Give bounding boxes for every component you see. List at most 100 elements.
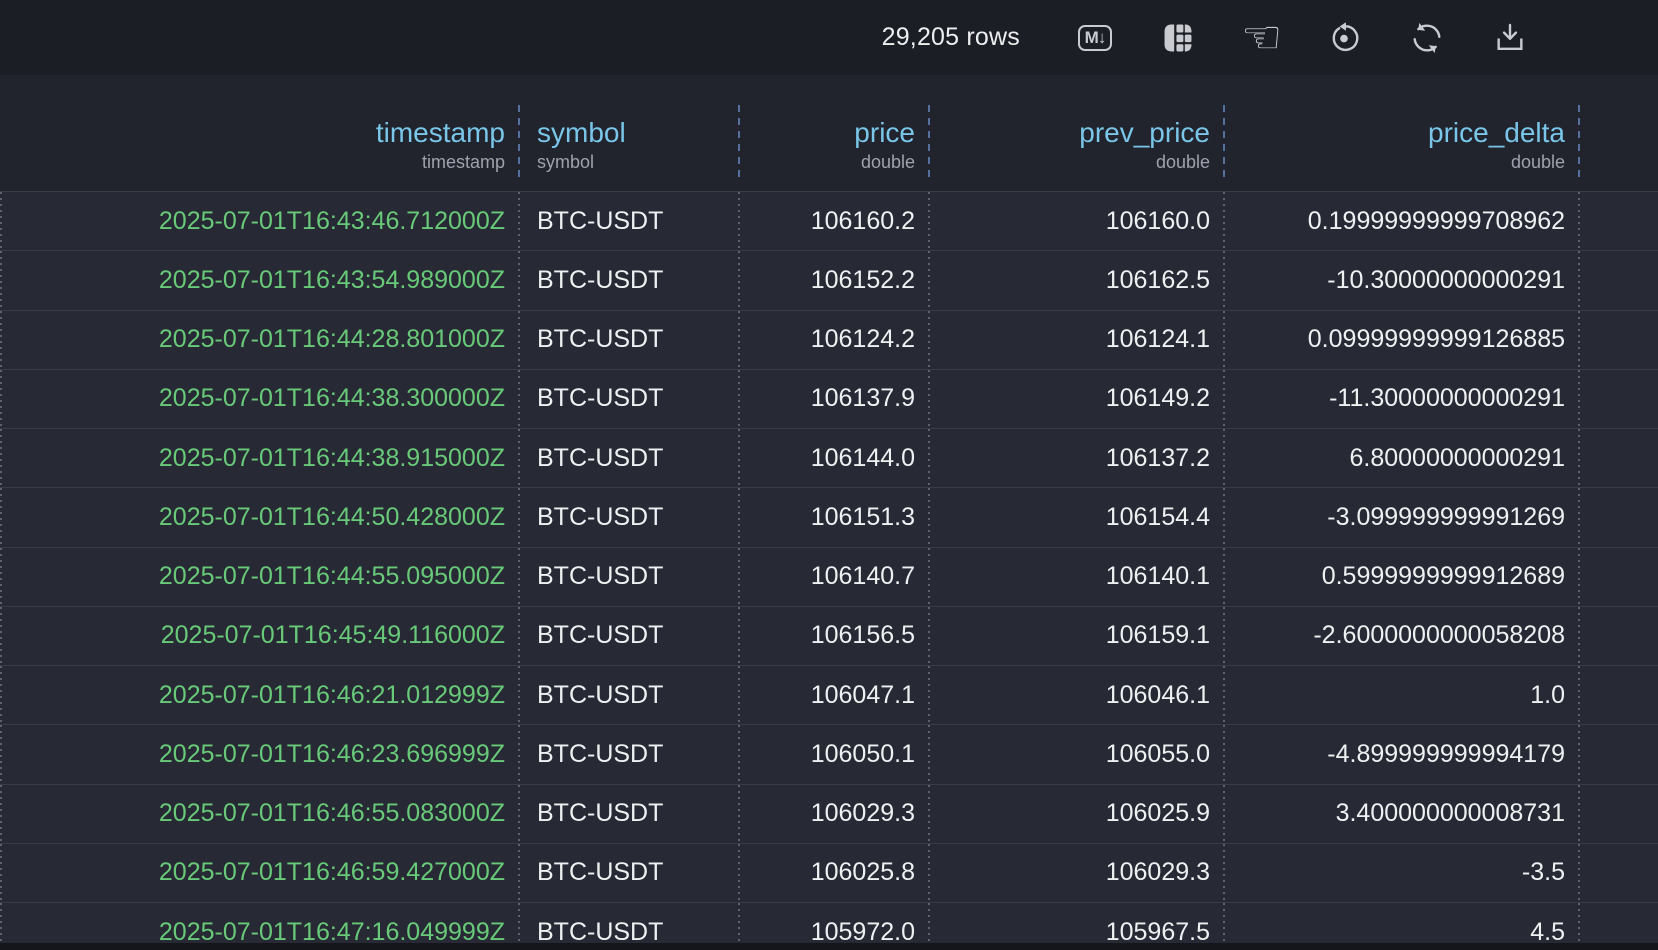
cell-timestamp[interactable]: 2025-07-01T16:46:21.012999Z: [0, 666, 520, 724]
cell-filler: [1580, 666, 1658, 724]
table-body: 2025-07-01T16:43:46.712000ZBTC-USDT10616…: [0, 192, 1658, 950]
cell-timestamp[interactable]: 2025-07-01T16:43:54.989000Z: [0, 251, 520, 309]
cell-prev_price[interactable]: 106055.0: [930, 725, 1225, 783]
column-separator: [0, 311, 2, 369]
cell-price_delta[interactable]: -3.099999999991269: [1225, 488, 1580, 546]
cell-timestamp[interactable]: 2025-07-01T16:46:59.427000Z: [0, 844, 520, 902]
pointer-tool-button[interactable]: ☜: [1241, 16, 1281, 60]
cell-filler: [1580, 192, 1658, 250]
cell-filler: [1580, 429, 1658, 487]
column-header-price-delta[interactable]: price_delta double: [1225, 75, 1580, 191]
cell-price[interactable]: 106151.3: [740, 488, 930, 546]
cell-prev_price[interactable]: 106162.5: [930, 251, 1225, 309]
cell-timestamp[interactable]: 2025-07-01T16:44:38.915000Z: [0, 429, 520, 487]
markdown-export-icon: M↓: [1078, 25, 1113, 51]
cell-timestamp[interactable]: 2025-07-01T16:43:46.712000Z: [0, 192, 520, 250]
column-header-symbol[interactable]: symbol symbol: [520, 75, 740, 191]
cell-price_delta[interactable]: -11.30000000000291: [1225, 370, 1580, 428]
column-separator: [0, 548, 2, 606]
cell-timestamp[interactable]: 2025-07-01T16:45:49.116000Z: [0, 607, 520, 665]
column-name: price: [854, 116, 915, 150]
cell-price_delta[interactable]: -10.30000000000291: [1225, 251, 1580, 309]
column-header-timestamp[interactable]: timestamp timestamp: [0, 75, 520, 191]
cell-timestamp[interactable]: 2025-07-01T16:46:55.083000Z: [0, 785, 520, 843]
cell-symbol[interactable]: BTC-USDT: [520, 488, 740, 546]
table-row[interactable]: 2025-07-01T16:46:21.012999ZBTC-USDT10604…: [0, 666, 1658, 725]
refresh-button[interactable]: [1407, 16, 1447, 60]
column-name: timestamp: [376, 116, 505, 150]
cell-price_delta[interactable]: -4.899999999994179: [1225, 725, 1580, 783]
cell-prev_price[interactable]: 106154.4: [930, 488, 1225, 546]
column-separator: [0, 607, 2, 665]
column-separator: [0, 251, 2, 309]
cell-symbol[interactable]: BTC-USDT: [520, 251, 740, 309]
cell-price_delta[interactable]: 0.19999999999708962: [1225, 192, 1580, 250]
cell-price_delta[interactable]: 0.09999999999126885: [1225, 311, 1580, 369]
cell-timestamp[interactable]: 2025-07-01T16:46:23.696999Z: [0, 725, 520, 783]
cell-prev_price[interactable]: 106159.1: [930, 607, 1225, 665]
horizontal-scrollbar-track[interactable]: [0, 943, 1658, 950]
cell-symbol[interactable]: BTC-USDT: [520, 429, 740, 487]
cell-price_delta[interactable]: -3.5: [1225, 844, 1580, 902]
cell-price[interactable]: 106144.0: [740, 429, 930, 487]
cell-price[interactable]: 106156.5: [740, 607, 930, 665]
cell-price_delta[interactable]: 6.80000000000291: [1225, 429, 1580, 487]
cell-prev_price[interactable]: 106140.1: [930, 548, 1225, 606]
cell-prev_price[interactable]: 106149.2: [930, 370, 1225, 428]
cell-symbol[interactable]: BTC-USDT: [520, 311, 740, 369]
table-row[interactable]: 2025-07-01T16:44:50.428000ZBTC-USDT10615…: [0, 488, 1658, 547]
cell-symbol[interactable]: BTC-USDT: [520, 666, 740, 724]
cell-symbol[interactable]: BTC-USDT: [520, 725, 740, 783]
table-row[interactable]: 2025-07-01T16:43:54.989000ZBTC-USDT10615…: [0, 251, 1658, 310]
cell-symbol[interactable]: BTC-USDT: [520, 844, 740, 902]
cell-symbol[interactable]: BTC-USDT: [520, 548, 740, 606]
cell-price_delta[interactable]: -2.6000000000058208: [1225, 607, 1580, 665]
table-row[interactable]: 2025-07-01T16:44:55.095000ZBTC-USDT10614…: [0, 548, 1658, 607]
cell-filler: [1580, 548, 1658, 606]
cell-price_delta[interactable]: 3.400000000008731: [1225, 785, 1580, 843]
table-row[interactable]: 2025-07-01T16:44:28.801000ZBTC-USDT10612…: [0, 311, 1658, 370]
cell-timestamp[interactable]: 2025-07-01T16:44:38.300000Z: [0, 370, 520, 428]
cell-price[interactable]: 106025.8: [740, 844, 930, 902]
cell-price[interactable]: 106152.2: [740, 251, 930, 309]
cell-prev_price[interactable]: 106025.9: [930, 785, 1225, 843]
table-row[interactable]: 2025-07-01T16:44:38.300000ZBTC-USDT10613…: [0, 370, 1658, 429]
column-header-price[interactable]: price double: [740, 75, 930, 191]
cell-symbol[interactable]: BTC-USDT: [520, 192, 740, 250]
cell-price[interactable]: 106047.1: [740, 666, 930, 724]
grid-layout-button[interactable]: [1158, 16, 1198, 60]
cell-symbol[interactable]: BTC-USDT: [520, 785, 740, 843]
history-restart-button[interactable]: [1324, 16, 1364, 60]
table-row[interactable]: 2025-07-01T16:46:55.083000ZBTC-USDT10602…: [0, 785, 1658, 844]
column-header-prev-price[interactable]: prev_price double: [930, 75, 1225, 191]
cell-symbol[interactable]: BTC-USDT: [520, 370, 740, 428]
cell-prev_price[interactable]: 106137.2: [930, 429, 1225, 487]
cell-price[interactable]: 106124.2: [740, 311, 930, 369]
column-type: double: [1156, 150, 1210, 175]
cell-timestamp[interactable]: 2025-07-01T16:44:28.801000Z: [0, 311, 520, 369]
cell-symbol[interactable]: BTC-USDT: [520, 607, 740, 665]
cell-timestamp[interactable]: 2025-07-01T16:44:50.428000Z: [0, 488, 520, 546]
cell-price_delta[interactable]: 0.5999999999912689: [1225, 548, 1580, 606]
table-row[interactable]: 2025-07-01T16:45:49.116000ZBTC-USDT10615…: [0, 607, 1658, 666]
cell-prev_price[interactable]: 106029.3: [930, 844, 1225, 902]
cell-prev_price[interactable]: 106160.0: [930, 192, 1225, 250]
cell-prev_price[interactable]: 106124.1: [930, 311, 1225, 369]
cell-price_delta[interactable]: 1.0: [1225, 666, 1580, 724]
cell-price[interactable]: 106029.3: [740, 785, 930, 843]
table-row[interactable]: 2025-07-01T16:46:59.427000ZBTC-USDT10602…: [0, 844, 1658, 903]
cell-price[interactable]: 106050.1: [740, 725, 930, 783]
cell-price[interactable]: 106140.7: [740, 548, 930, 606]
table-row[interactable]: 2025-07-01T16:46:23.696999ZBTC-USDT10605…: [0, 725, 1658, 784]
cell-price[interactable]: 106137.9: [740, 370, 930, 428]
column-name: prev_price: [1079, 116, 1210, 150]
download-button[interactable]: [1490, 16, 1530, 60]
cell-timestamp[interactable]: 2025-07-01T16:44:55.095000Z: [0, 548, 520, 606]
table-row[interactable]: 2025-07-01T16:44:38.915000ZBTC-USDT10614…: [0, 429, 1658, 488]
pointer-hand-icon: ☜: [1241, 14, 1282, 60]
markdown-export-button[interactable]: M↓: [1075, 16, 1115, 60]
table-row[interactable]: 2025-07-01T16:43:46.712000ZBTC-USDT10616…: [0, 192, 1658, 251]
column-name: symbol: [537, 116, 626, 150]
cell-prev_price[interactable]: 106046.1: [930, 666, 1225, 724]
cell-price[interactable]: 106160.2: [740, 192, 930, 250]
